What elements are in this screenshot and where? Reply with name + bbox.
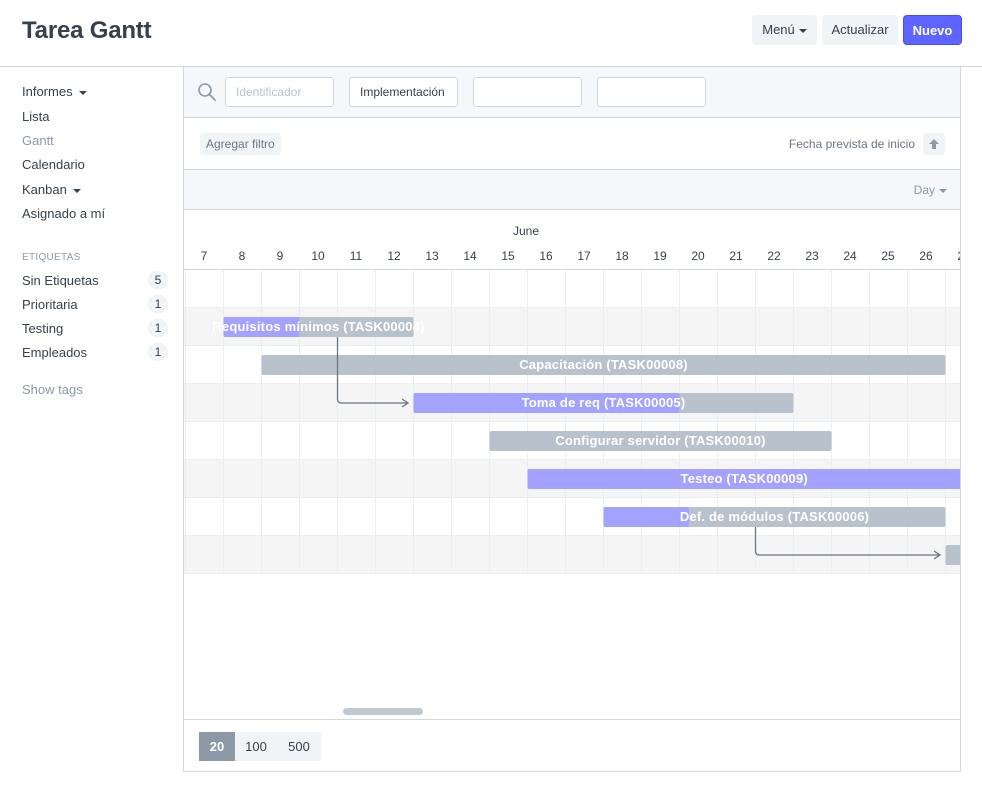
sidebar-item-label: Kanban: [22, 182, 67, 197]
day-label: 27: [957, 249, 961, 263]
page-header: Tarea Gantt Menú Actualizar Nuevo: [0, 0, 982, 67]
task-label: Capacitación (TASK00008): [519, 357, 688, 372]
page-title: Tarea Gantt: [22, 17, 152, 44]
day-label: 23: [805, 249, 819, 263]
sort-selector[interactable]: Fecha prevista de inicio: [789, 137, 915, 151]
day-label: 8: [239, 249, 246, 263]
month-label: June: [513, 224, 539, 238]
horizontal-scrollbar[interactable]: [184, 705, 960, 719]
gantt-view-bar: Day: [184, 170, 960, 210]
task-label: Requisitos mínimos (TASK00004): [212, 319, 424, 334]
task-bar: [945, 545, 960, 565]
gantt-chart: June 7 8 9 10 11 12 13 14 15 16 17 18 19 20 21 22 23 24 25 2…: [184, 210, 961, 707]
day-label: 24: [843, 249, 857, 263]
tags-heading: ETIQUETAS: [22, 252, 81, 263]
main-panel: Agregar filtro Fecha prevista de inicio …: [183, 67, 961, 772]
day-label: 22: [767, 249, 781, 263]
view-mode-dropdown[interactable]: Day: [914, 183, 947, 197]
sidebar-item-list[interactable]: Lista: [22, 109, 49, 124]
day-label: 17: [577, 249, 591, 263]
day-label: 9: [277, 249, 284, 263]
show-tags-link[interactable]: Show tags: [22, 382, 83, 397]
day-label: 16: [539, 249, 553, 263]
gantt-canvas: June 7 8 9 10 11 12 13 14 15 16 17 18 19 20 21 22 23 24 25 2…: [184, 224, 961, 574]
day-label: 20: [691, 249, 705, 263]
day-label: 14: [463, 249, 477, 263]
search-icon: [198, 83, 216, 101]
refresh-button[interactable]: Actualizar: [822, 15, 898, 45]
view-mode-label: Day: [913, 183, 935, 197]
task-label: Toma de req (TASK00005): [522, 395, 686, 410]
tag-count-badge: 1: [148, 295, 168, 313]
task-label: Configurar servidor (TASK00010): [555, 433, 765, 448]
day-label: 25: [881, 249, 895, 263]
day-label: 12: [387, 249, 401, 263]
sidebar-item-calendar[interactable]: Calendario: [22, 157, 85, 172]
tag-item[interactable]: Sin Etiquetas: [22, 273, 99, 288]
menu-button-label: Menú: [762, 22, 795, 37]
sidebar-item-assigned-to-me[interactable]: Asignado a mí: [22, 206, 105, 221]
task-progress: [603, 507, 689, 527]
sidebar: Informes Lista Gantt Calendario Kanban A…: [0, 68, 183, 806]
filter-field-4[interactable]: [597, 77, 706, 107]
paging-area: 20 100 500: [184, 719, 960, 771]
chevron-down-icon: [798, 28, 807, 33]
day-label: 13: [425, 249, 439, 263]
sidebar-item-kanban[interactable]: Kanban: [22, 182, 81, 197]
tag-item[interactable]: Empleados: [22, 345, 87, 360]
day-label: 19: [653, 249, 667, 263]
day-label: 11: [350, 249, 363, 263]
tag-item[interactable]: Testing: [22, 321, 63, 336]
arrow-up-icon: [929, 139, 939, 149]
day-label: 15: [501, 249, 515, 263]
sidebar-item-gantt[interactable]: Gantt: [22, 133, 54, 148]
gantt-row: [184, 270, 960, 308]
chevron-down-icon: [78, 90, 87, 95]
day-label: 18: [615, 249, 629, 263]
day-label: 26: [919, 249, 933, 263]
tag-item[interactable]: Prioritaria: [22, 297, 78, 312]
new-button[interactable]: Nuevo: [903, 15, 962, 45]
task-label: Testeo (TASK00009): [681, 471, 808, 486]
chevron-down-icon: [939, 188, 947, 193]
tag-count-badge: 1: [148, 319, 168, 337]
project-field[interactable]: [349, 77, 458, 107]
sidebar-item-reports[interactable]: Informes: [22, 84, 87, 99]
add-filter-button[interactable]: Agregar filtro: [200, 133, 281, 155]
scrollbar-thumb[interactable]: [343, 708, 423, 715]
tag-count-badge: 1: [148, 343, 168, 361]
filter-bar: Agregar filtro Fecha prevista de inicio: [184, 118, 960, 170]
menu-button[interactable]: Menú: [752, 15, 817, 45]
identifier-field[interactable]: [225, 77, 334, 107]
day-label: 21: [729, 249, 743, 263]
page-size-100-button[interactable]: 100: [235, 732, 277, 761]
page-size-20-button[interactable]: 20: [199, 732, 235, 761]
page-size-500-button[interactable]: 500: [277, 732, 321, 761]
task-label: Def. de módulos (TASK00006): [680, 509, 869, 524]
day-label: 7: [201, 249, 208, 263]
filter-field-3[interactable]: [473, 77, 582, 107]
sidebar-item-label: Informes: [22, 84, 73, 99]
tag-count-badge: 5: [148, 271, 168, 289]
sort-order-button[interactable]: [923, 133, 945, 155]
standard-filters: [184, 67, 960, 118]
day-label: 10: [311, 249, 325, 263]
chevron-down-icon: [72, 188, 81, 193]
